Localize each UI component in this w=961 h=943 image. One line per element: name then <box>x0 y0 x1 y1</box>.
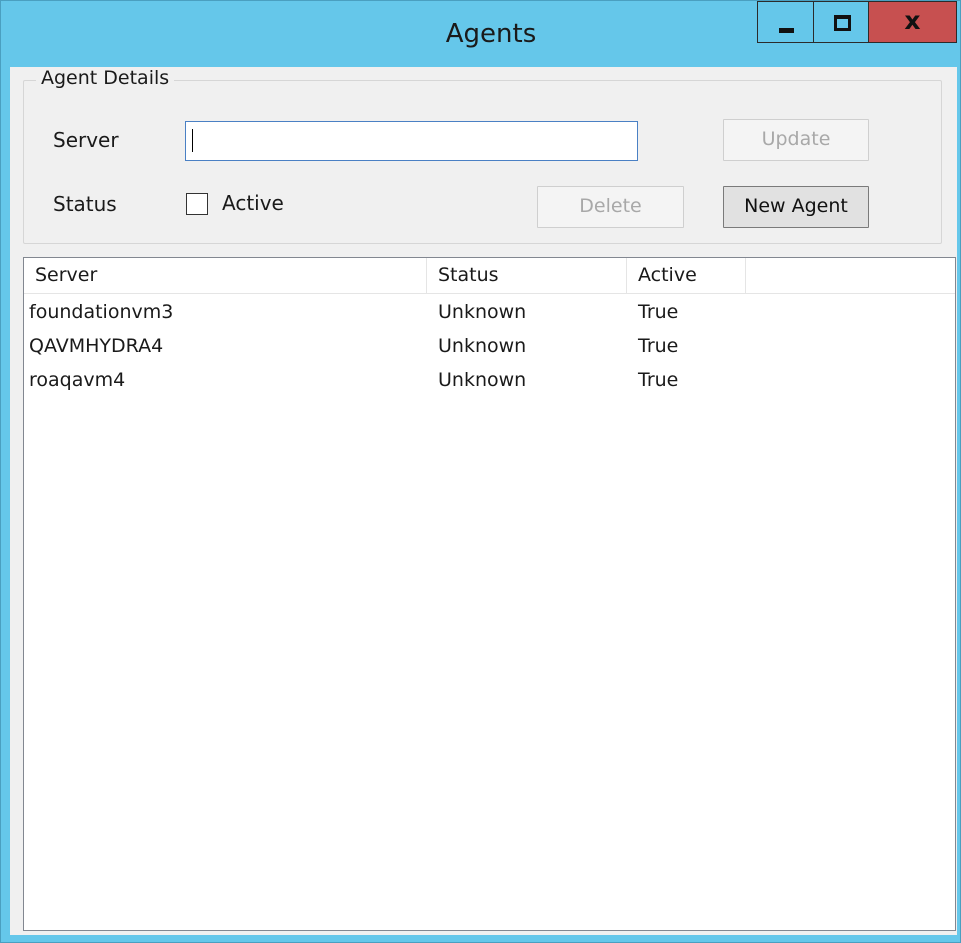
list-header: Server Status Active <box>24 258 955 294</box>
cell-status: Unknown <box>438 301 527 323</box>
text-caret <box>192 129 193 152</box>
delete-button[interactable]: Delete <box>537 186 684 228</box>
close-icon: x <box>904 6 921 35</box>
minimize-icon <box>779 28 794 33</box>
client-area: Agent Details Server Status Active Updat… <box>10 67 957 935</box>
table-row[interactable]: roaqavm4 Unknown True <box>24 363 955 397</box>
column-header-active[interactable]: Active <box>627 258 746 294</box>
agent-details-group: Agent Details Server Status Active Updat… <box>23 67 942 244</box>
agents-window: Agents x Agent Details Server Status Act… <box>0 0 961 943</box>
column-header-server[interactable]: Server <box>24 258 427 294</box>
cell-server: foundationvm3 <box>29 301 174 323</box>
title-bar[interactable]: Agents x <box>1 1 960 67</box>
close-button[interactable]: x <box>869 1 957 43</box>
maximize-button[interactable] <box>813 1 869 43</box>
cell-status: Unknown <box>438 335 527 357</box>
column-header-filler <box>746 258 955 294</box>
cell-active: True <box>638 369 679 391</box>
new-agent-button[interactable]: New Agent <box>723 186 869 228</box>
cell-status: Unknown <box>438 369 527 391</box>
column-header-status[interactable]: Status <box>427 258 627 294</box>
agent-details-legend: Agent Details <box>36 67 175 89</box>
update-button[interactable]: Update <box>723 119 869 161</box>
minimize-button[interactable] <box>757 1 813 43</box>
maximize-icon <box>834 15 851 31</box>
table-row[interactable]: QAVMHYDRA4 Unknown True <box>24 329 955 363</box>
agents-list[interactable]: Server Status Active foundationvm3 Unkno… <box>23 257 956 931</box>
cell-active: True <box>638 301 679 323</box>
status-label: Status <box>53 192 117 216</box>
server-input[interactable] <box>185 121 638 161</box>
cell-server: roaqavm4 <box>29 369 126 391</box>
server-label: Server <box>53 128 119 152</box>
active-checkbox[interactable] <box>186 193 208 215</box>
cell-active: True <box>638 335 679 357</box>
cell-server: QAVMHYDRA4 <box>29 335 164 357</box>
table-row[interactable]: foundationvm3 Unknown True <box>24 295 955 329</box>
active-checkbox-label[interactable]: Active <box>222 191 284 215</box>
